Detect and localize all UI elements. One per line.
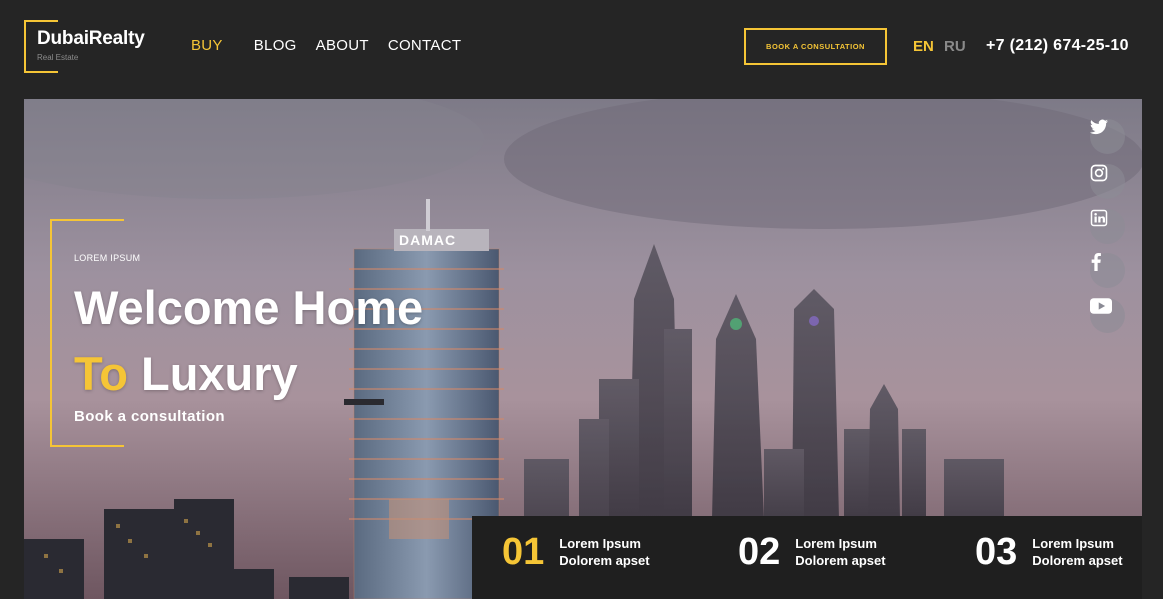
linkedin-icon — [1090, 209, 1108, 227]
logo-tagline: Real Estate — [37, 53, 79, 62]
stat-text: Lorem Ipsum Dolorem apset — [1032, 535, 1122, 569]
logo-title: DubaiRealty — [37, 28, 145, 49]
instagram-button[interactable] — [1090, 164, 1125, 199]
site-header: DubaiRealty Real Estate BUY BLOG ABOUT C… — [0, 0, 1163, 90]
lang-ru-button[interactable]: RU — [944, 38, 966, 55]
phone-number[interactable]: +7 (212) 674-25-10 — [986, 37, 1129, 55]
stat-line2: Dolorem apset — [795, 553, 886, 568]
tower-sign: DAMAC — [399, 232, 456, 248]
stat-text: Lorem Ipsum Dolorem apset — [559, 535, 649, 569]
stat-item: 03 Lorem Ipsum Dolorem apset — [975, 532, 1123, 572]
instagram-icon — [1090, 164, 1108, 182]
nav-item-blog[interactable]: BLOG — [254, 37, 297, 54]
lang-en-button[interactable]: EN — [913, 38, 934, 55]
book-consultation-button[interactable]: BOOK A CONSULTATION — [744, 28, 887, 65]
stat-line1: Lorem Ipsum — [1032, 536, 1114, 551]
stat-number: 03 — [975, 531, 1018, 573]
stat-item: 01 Lorem Ipsum Dolorem apset — [502, 532, 650, 572]
stat-line1: Lorem Ipsum — [795, 536, 877, 551]
stat-text: Lorem Ipsum Dolorem apset — [795, 535, 885, 569]
stat-line2: Dolorem apset — [1032, 553, 1123, 568]
linkedin-button[interactable] — [1090, 209, 1125, 244]
hero-title-line2: To Luxury — [74, 341, 423, 407]
stat-line1: Lorem Ipsum — [559, 536, 641, 551]
stat-item: 02 Lorem Ipsum Dolorem apset — [738, 532, 886, 572]
twitter-button[interactable] — [1090, 119, 1125, 154]
main-nav: BUY BLOG ABOUT CONTACT — [191, 37, 480, 54]
hero-title-line1: Welcome Home — [74, 281, 424, 334]
nav-item-about[interactable]: ABOUT — [316, 37, 369, 54]
youtube-icon — [1090, 298, 1112, 314]
nav-item-contact[interactable]: CONTACT — [388, 37, 461, 54]
facebook-icon — [1091, 253, 1101, 271]
stat-number: 01 — [502, 531, 545, 573]
stat-number: 02 — [738, 531, 781, 573]
twitter-icon — [1090, 119, 1108, 135]
hero-cta-link[interactable]: Book a consultation — [74, 408, 225, 425]
hero-eyebrow: LOREM IPSUM — [74, 253, 141, 263]
hero-title-accent: To — [74, 347, 128, 400]
youtube-button[interactable] — [1090, 298, 1125, 333]
nav-item-buy[interactable]: BUY — [191, 37, 223, 54]
facebook-button[interactable] — [1090, 253, 1125, 288]
stat-line2: Dolorem apset — [559, 553, 650, 568]
hero-title-rest: Luxury — [127, 347, 298, 400]
hero-title: Welcome Home To Luxury — [74, 275, 423, 407]
brand-logo[interactable]: DubaiRealty Real Estate — [24, 20, 174, 74]
stats-strip: 01 Lorem Ipsum Dolorem apset 02 Lorem Ip… — [472, 516, 1142, 599]
